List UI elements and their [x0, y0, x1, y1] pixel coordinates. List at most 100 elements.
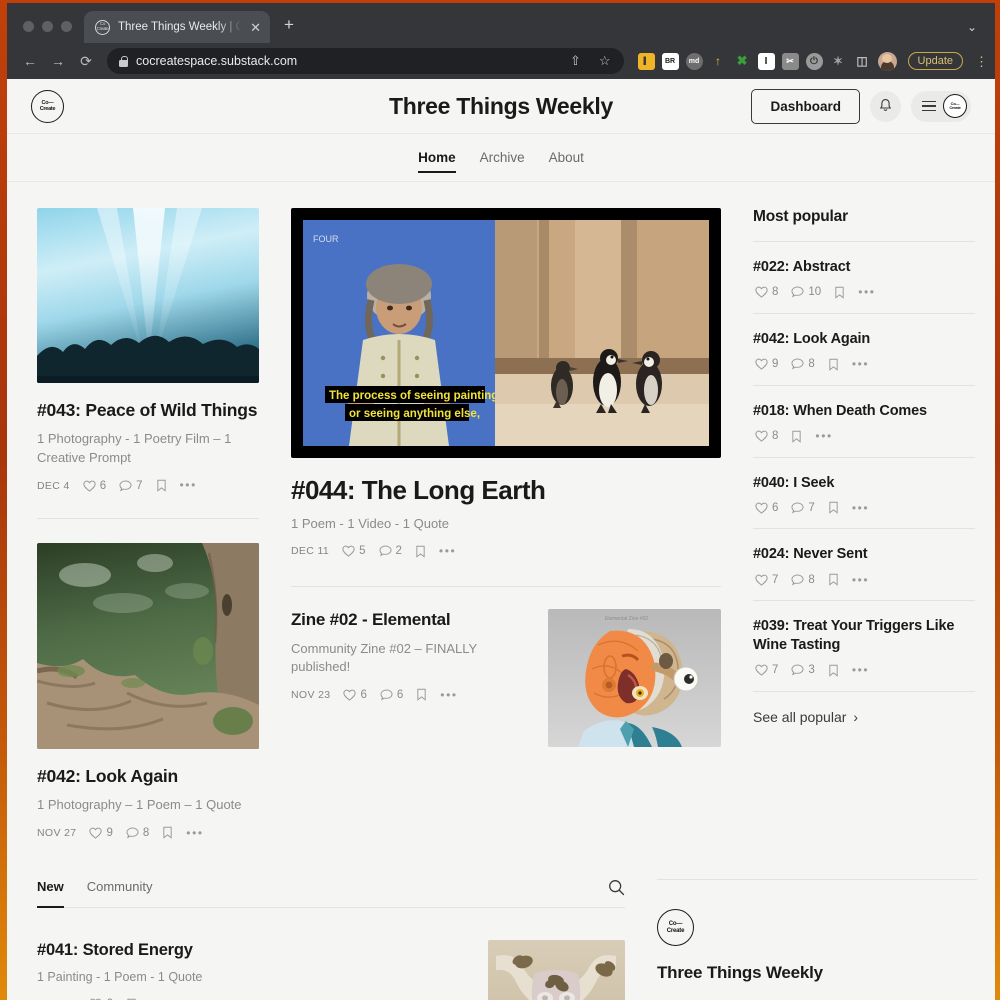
feed-post-title[interactable]: #041: Stored Energy	[37, 940, 462, 961]
nav-tab-home[interactable]: Home	[418, 136, 456, 179]
feed-post-card[interactable]: #041: Stored Energy 1 Painting - 1 Poem …	[37, 908, 625, 1000]
bookmark-icon[interactable]	[828, 501, 839, 515]
search-icon[interactable]	[608, 879, 625, 907]
more-options-icon[interactable]: •••	[852, 664, 869, 677]
more-options-icon[interactable]: •••	[815, 430, 832, 443]
more-options-icon[interactable]: •••	[852, 501, 869, 514]
video-still-painting-penguins[interactable]: FOUR The process of seeing paintings, or…	[291, 208, 721, 458]
tab-search-chevron-down-icon[interactable]: ⌄	[967, 20, 977, 34]
bookmark-icon[interactable]	[828, 358, 839, 371]
close-window-button[interactable]	[23, 21, 34, 32]
bookmark-icon[interactable]	[415, 545, 426, 558]
window-traffic-lights[interactable]	[17, 21, 84, 43]
forward-arrow-icon[interactable]: →	[45, 48, 71, 74]
bookmark-icon[interactable]	[834, 286, 845, 299]
share-icon[interactable]: ⇧	[565, 53, 586, 69]
zine-thumbnail[interactable]: Elemental Zine #02	[548, 608, 721, 747]
bookmark-icon[interactable]	[416, 688, 427, 701]
comment-count[interactable]: 8	[791, 358, 815, 370]
like-count[interactable]: 7	[755, 574, 778, 586]
markdownload-extension-icon[interactable]: md	[685, 52, 703, 70]
more-options-icon[interactable]: •••	[186, 826, 203, 839]
bookmark-icon[interactable]	[828, 573, 839, 586]
zine-post-card[interactable]: Zine #02 - Elemental Community Zine #02 …	[291, 608, 721, 747]
like-count[interactable]: 8	[755, 286, 778, 298]
popular-item[interactable]: #040: I Seek 6 7 •••	[753, 458, 975, 530]
comment-count[interactable]: 2	[378, 545, 402, 557]
sidebar-extension-icon[interactable]: ◫	[854, 53, 871, 70]
puzzle-extension-icon[interactable]: ✶	[830, 53, 847, 70]
br-extension-icon[interactable]: BR	[661, 52, 679, 70]
browser-menu-icon[interactable]: ⋮	[970, 55, 988, 68]
feed-tab-community[interactable]: Community	[87, 879, 153, 907]
post-title[interactable]: #042: Look Again	[37, 765, 259, 787]
popular-item[interactable]: #022: Abstract 8 10 •••	[753, 242, 975, 314]
comment-count[interactable]: 3	[791, 664, 815, 676]
bookmark-icon[interactable]	[156, 479, 167, 492]
like-count[interactable]: 6	[755, 502, 778, 514]
popular-item-title[interactable]: #024: Never Sent	[753, 545, 975, 564]
zine-title[interactable]: Zine #02 - Elemental	[291, 609, 522, 631]
like-count[interactable]: 6	[343, 689, 367, 701]
post-card[interactable]: #043: Peace of Wild Things 1 Photography…	[37, 208, 259, 492]
feed-tab-new[interactable]: New	[37, 879, 64, 909]
nav-tab-archive[interactable]: Archive	[480, 136, 525, 179]
like-count[interactable]: 9	[755, 358, 778, 370]
feed-post-thumbnail[interactable]	[488, 940, 625, 1000]
text-tool-extension-icon[interactable]: I	[757, 52, 775, 70]
featured-post-title[interactable]: #044: The Long Earth	[291, 475, 721, 506]
like-count[interactable]: 6	[83, 480, 106, 492]
popular-item[interactable]: #042: Look Again 9 8 •••	[753, 314, 975, 386]
new-tab-button[interactable]: +	[270, 15, 306, 43]
more-options-icon[interactable]: •••	[439, 545, 456, 558]
maximize-window-button[interactable]	[61, 21, 72, 32]
minimize-window-button[interactable]	[42, 21, 53, 32]
popular-item-title[interactable]: #018: When Death Comes	[753, 402, 975, 421]
comment-count[interactable]: 8	[791, 574, 815, 586]
nav-tab-about[interactable]: About	[549, 136, 584, 179]
popular-item[interactable]: #018: When Death Comes 8 •••	[753, 386, 975, 458]
bookmark-icon[interactable]	[828, 664, 839, 677]
cocreate-logo-icon[interactable]: Co— Create	[31, 89, 64, 123]
bookmark-icon[interactable]	[791, 430, 802, 443]
like-count[interactable]: 5	[342, 545, 366, 557]
close-tab-icon[interactable]: ✕	[250, 21, 261, 34]
sky-light-rays-photo[interactable]	[37, 208, 259, 383]
clipper-extension-icon[interactable]: ✂	[781, 52, 799, 70]
more-options-icon[interactable]: •••	[440, 688, 457, 701]
comment-count[interactable]: 7	[791, 502, 815, 514]
reload-icon[interactable]: ⟳	[73, 48, 99, 74]
post-title[interactable]: #043: Peace of Wild Things	[37, 399, 259, 421]
back-arrow-icon[interactable]: ←	[17, 48, 43, 74]
post-card[interactable]: #042: Look Again 1 Photography – 1 Poem …	[37, 543, 259, 840]
see-all-popular-link[interactable]: See all popular ›	[753, 692, 975, 725]
popular-item-title[interactable]: #042: Look Again	[753, 330, 975, 349]
profile-avatar[interactable]	[877, 51, 897, 71]
account-menu-button[interactable]: Co— Create	[911, 90, 971, 122]
lightbulb-extension-icon[interactable]: ▌	[637, 52, 655, 70]
browser-tab[interactable]: CoCreate Three Things Weekly | Co-Crea ✕	[84, 11, 270, 43]
like-count[interactable]: 7	[755, 664, 778, 676]
bookmark-icon[interactable]	[162, 826, 173, 840]
comment-count[interactable]: 8	[126, 827, 149, 839]
address-bar[interactable]: cocreatespace.substack.com ⇧ ☆	[107, 48, 624, 74]
more-options-icon[interactable]: •••	[180, 479, 197, 492]
popular-item-title[interactable]: #039: Treat Your Triggers Like Wine Tast…	[753, 617, 975, 655]
notification-bell-icon[interactable]	[870, 90, 901, 122]
featured-post-card[interactable]: FOUR The process of seeing paintings, or…	[291, 208, 721, 558]
hamburger-menu-icon[interactable]	[922, 100, 936, 112]
popular-item-title[interactable]: #040: I Seek	[753, 474, 975, 493]
comment-count[interactable]: 6	[380, 689, 403, 701]
like-count[interactable]: 9	[89, 827, 113, 839]
popular-item[interactable]: #039: Treat Your Triggers Like Wine Tast…	[753, 601, 975, 692]
popular-item[interactable]: #024: Never Sent 7 8 •••	[753, 529, 975, 602]
dashboard-button[interactable]: Dashboard	[751, 88, 860, 124]
more-options-icon[interactable]: •••	[858, 286, 875, 299]
power-extension-icon[interactable]: ⏻	[805, 52, 823, 70]
comment-count[interactable]: 7	[119, 480, 143, 492]
popular-item-title[interactable]: #022: Abstract	[753, 258, 975, 277]
tree-roots-water-photo[interactable]	[37, 543, 259, 750]
cocreate-logo-icon[interactable]: Co— Create	[657, 909, 694, 947]
more-options-icon[interactable]: •••	[852, 358, 869, 371]
comment-count[interactable]: 10	[791, 286, 821, 298]
